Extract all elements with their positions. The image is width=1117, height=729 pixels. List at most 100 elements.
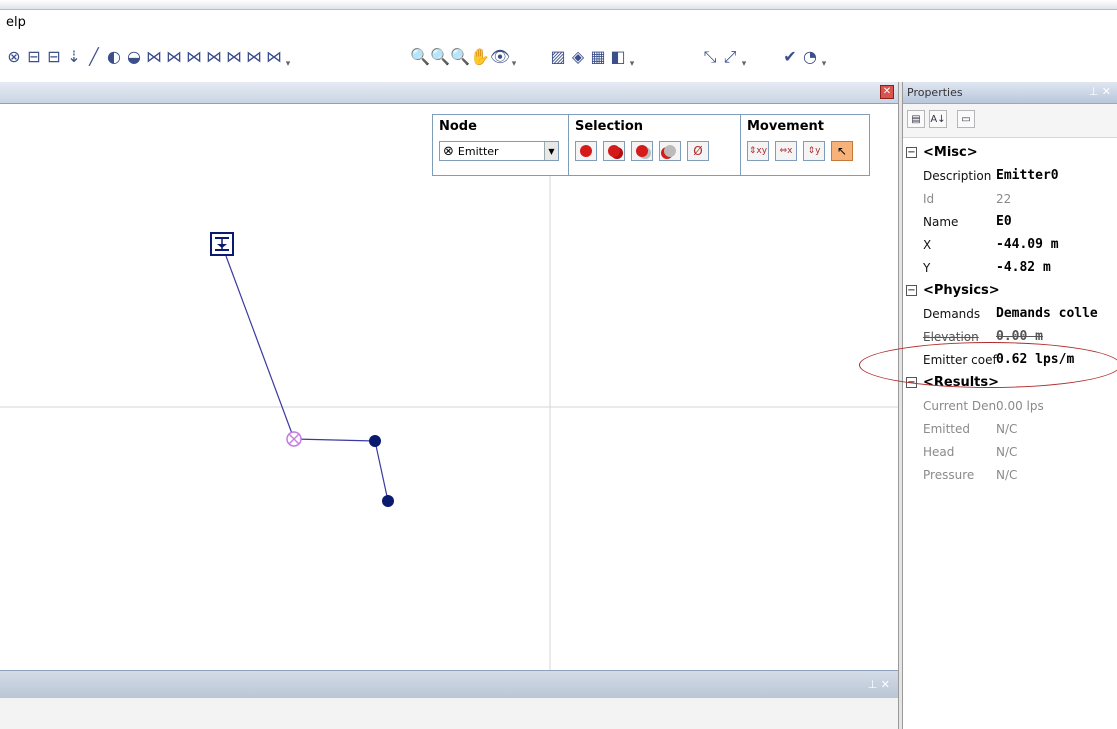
property-value[interactable]: Demands colle <box>996 306 1098 321</box>
pump-alt-tool-icon[interactable]: ◒ <box>124 46 144 68</box>
map-edit-icon[interactable]: ▨ <box>548 46 568 68</box>
document-tab-strip: ✕ <box>0 82 898 104</box>
run-simulation-icon[interactable]: ◔ <box>800 46 820 68</box>
toolbar-overflow-icon[interactable]: ▾ <box>628 45 636 69</box>
property-name: Pressure <box>923 468 975 482</box>
select-single-button[interactable] <box>575 141 597 161</box>
junction-node-1 <box>369 435 381 447</box>
categorized-view-icon[interactable]: ▤ <box>907 110 925 128</box>
movement-buttons: ⇕xy ⇔x ⇕y ↖ <box>747 141 853 161</box>
property-row-name[interactable]: Name E0 <box>903 211 1117 234</box>
property-row-emitter-coef[interactable]: Emitter coef 0.62 lps/m <box>903 349 1117 372</box>
tank-tool-icon[interactable]: ⊟ <box>24 46 44 68</box>
valve-gpv-icon[interactable]: ⋈ <box>244 46 264 68</box>
table-icon[interactable]: ▦ <box>588 46 608 68</box>
property-name: Description <box>923 169 992 183</box>
property-row-pressure[interactable]: Pressure N/C <box>903 464 1117 487</box>
pump-tool-icon[interactable]: ◐ <box>104 46 124 68</box>
property-row-y[interactable]: Y -4.82 m <box>903 257 1117 280</box>
property-row-demands[interactable]: Demands Demands colle <box>903 303 1117 326</box>
property-name: Emitter coef <box>923 353 997 367</box>
category-label: <Misc> <box>923 145 978 160</box>
remove-selection-icon <box>664 145 676 157</box>
report-icon[interactable]: ◧ <box>608 46 628 68</box>
category-misc[interactable]: − <Misc> <box>903 142 1117 165</box>
toolbar-overflow-icon[interactable]: ▾ <box>284 45 292 69</box>
reservoir-tool-icon[interactable]: ⊟ <box>44 46 64 68</box>
property-name: Name <box>923 215 959 229</box>
property-value[interactable]: 0.62 lps/m <box>996 352 1074 367</box>
property-name: Current Den <box>923 399 997 413</box>
category-physics[interactable]: − <Physics> <box>903 280 1117 303</box>
collapse-icon[interactable]: − <box>906 285 917 296</box>
property-row-emitted[interactable]: Emitted N/C <box>903 418 1117 441</box>
zoom-in-icon[interactable]: 🔍 <box>430 46 450 68</box>
property-name: Id <box>923 192 935 206</box>
valve-prv-icon[interactable]: ⋈ <box>144 46 164 68</box>
property-row-elevation[interactable]: Elevation 0.00 m <box>903 326 1117 349</box>
category-label: <Physics> <box>923 283 1000 298</box>
pipe-tool-icon[interactable]: ╱ <box>84 46 104 68</box>
toolbar-group-run: ✔ ◔ ▾ <box>780 42 828 72</box>
collapse-icon[interactable]: − <box>906 377 917 388</box>
zoom-out-icon[interactable]: 🔍 <box>450 46 470 68</box>
close-document-icon[interactable]: ✕ <box>880 85 894 99</box>
property-row-head[interactable]: Head N/C <box>903 441 1117 464</box>
toolbar-overflow-icon[interactable]: ▾ <box>510 45 518 69</box>
valve-tcv-icon[interactable]: ⋈ <box>224 46 244 68</box>
add-selection-icon <box>636 145 648 157</box>
property-value[interactable]: -44.09 m <box>996 237 1059 252</box>
pin-close-icon[interactable]: ⊥ ✕ <box>1089 85 1111 98</box>
emitter-symbol-icon: ⊗ <box>443 143 454 159</box>
move-y-icon[interactable]: ⇕y <box>803 141 825 161</box>
collapse-icon[interactable]: − <box>906 147 917 158</box>
valve-fcv-icon[interactable]: ⋈ <box>204 46 224 68</box>
view-eye-icon[interactable]: 👁 <box>490 46 510 68</box>
property-row-id[interactable]: Id 22 <box>903 188 1117 211</box>
toolbar-group-tools: ⤡ ⤢ ▾ <box>700 42 748 72</box>
property-row-x[interactable]: X -44.09 m <box>903 234 1117 257</box>
alphabetical-sort-icon[interactable]: A↓ <box>929 110 947 128</box>
toolbar-group-elements: ⊗ ⊟ ⊟ ⇣ ╱ ◐ ◒ ⋈ ⋈ ⋈ ⋈ ⋈ ⋈ ⋈ ▾ <box>4 42 292 72</box>
valve-check-icon[interactable]: ⋈ <box>264 46 284 68</box>
valve-psv-icon[interactable]: ⋈ <box>164 46 184 68</box>
bottom-panel-body <box>0 698 898 729</box>
property-row-description[interactable]: Description Emitter0 <box>903 165 1117 188</box>
layers-icon[interactable]: ◈ <box>568 46 588 68</box>
emitter-node-icon <box>286 431 302 447</box>
palette-movement-section: Movement ⇕xy ⇔x ⇕y ↖ <box>741 115 869 175</box>
property-value[interactable]: 0.00 m <box>996 329 1043 344</box>
move-pointer-icon[interactable]: ↖ <box>831 141 853 161</box>
toolbar-overflow-icon[interactable]: ▾ <box>820 45 828 69</box>
move-xy-icon[interactable]: ⇕xy <box>747 141 769 161</box>
select-multiple-button[interactable] <box>603 141 625 161</box>
pan-hand-icon[interactable]: ✋ <box>470 46 490 68</box>
move-x-icon[interactable]: ⇔x <box>775 141 797 161</box>
property-pages-icon[interactable]: ▭ <box>957 110 975 128</box>
toolbar-overflow-icon[interactable]: ▾ <box>740 45 748 69</box>
select-clear-button[interactable]: Ø <box>687 141 709 161</box>
main-toolbar: ⊗ ⊟ ⊟ ⇣ ╱ ◐ ◒ ⋈ ⋈ ⋈ ⋈ ⋈ ⋈ ⋈ ▾ 🔍 🔍 🔍 ✋ 👁 … <box>0 36 1117 82</box>
node-type-select[interactable]: ⊗ Emitter ▼ <box>439 141 559 161</box>
zoom-icon[interactable]: 🔍 <box>410 46 430 68</box>
measure-icon[interactable]: ⤡ <box>700 46 720 68</box>
pin-close-icon[interactable]: ⊥ ✕ <box>868 678 890 691</box>
property-row-current-demand[interactable]: Current Den 0.00 lps <box>903 395 1117 418</box>
valve-pbv-icon[interactable]: ⋈ <box>184 46 204 68</box>
menu-help[interactable]: elp <box>6 15 26 30</box>
pipe-link-2 <box>293 438 376 442</box>
select-remove-button[interactable] <box>659 141 681 161</box>
chevron-down-icon[interactable]: ▼ <box>544 142 558 160</box>
line-tool-icon[interactable]: ⤢ <box>720 46 740 68</box>
network-canvas[interactable]: Node ⊗ Emitter ▼ Selection Ø Movement ⇕x… <box>0 104 898 670</box>
property-value[interactable]: -4.82 m <box>996 260 1051 275</box>
property-value[interactable]: E0 <box>996 214 1012 229</box>
emitter-tool-icon[interactable]: ⊗ <box>4 46 24 68</box>
property-name: Elevation <box>923 330 979 344</box>
junction-node-2 <box>382 495 394 507</box>
validate-check-icon[interactable]: ✔ <box>780 46 800 68</box>
property-value[interactable]: Emitter0 <box>996 168 1059 183</box>
junction-tool-icon[interactable]: ⇣ <box>64 46 84 68</box>
select-add-button[interactable] <box>631 141 653 161</box>
category-results[interactable]: − <Results> <box>903 372 1117 395</box>
